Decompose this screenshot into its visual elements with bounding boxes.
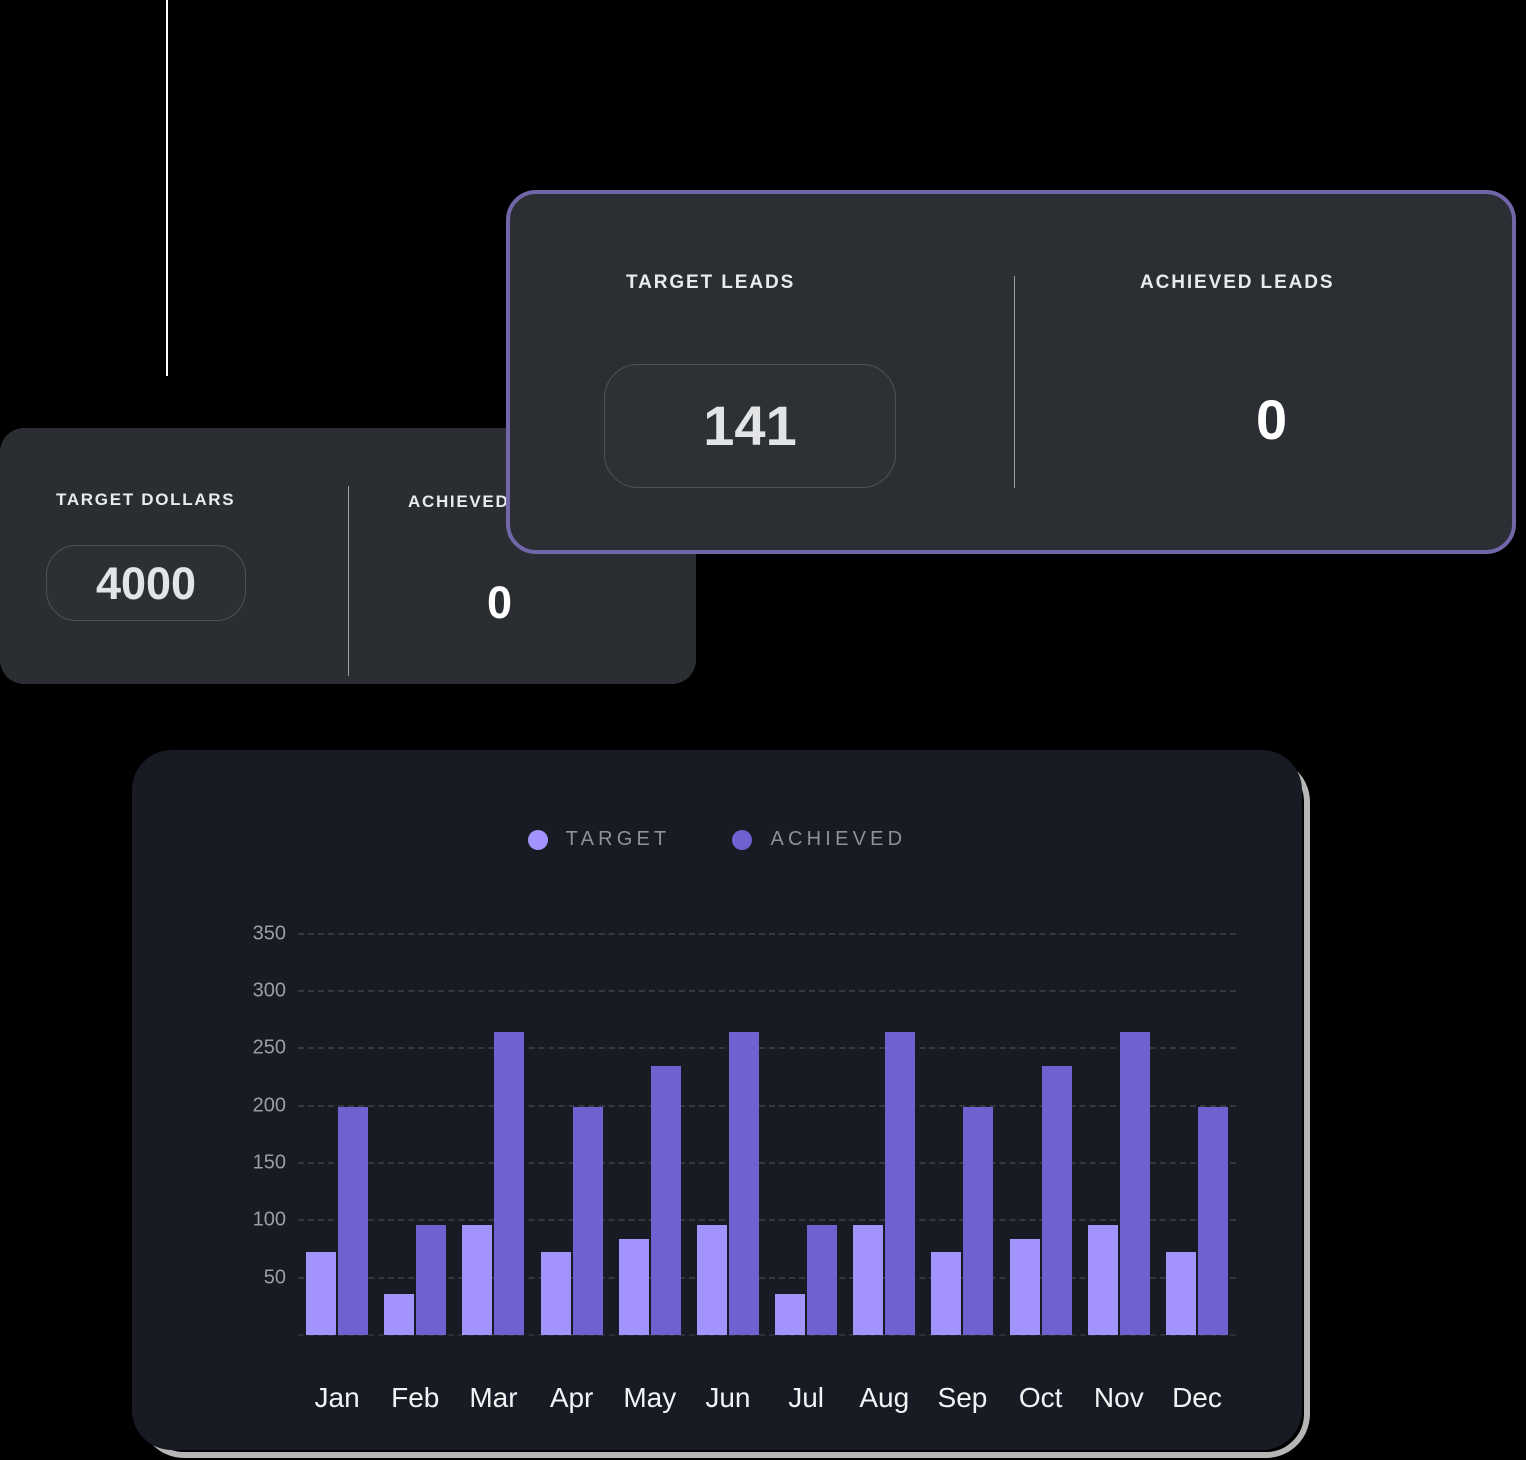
dollars-card-divider	[348, 486, 349, 676]
bar-group-jan	[298, 905, 376, 1335]
target-leads-value-box[interactable]: 141	[604, 364, 896, 488]
legend-item-achieved[interactable]: ACHIEVED	[732, 828, 906, 851]
bar-target-aug[interactable]	[853, 1224, 884, 1335]
bar-achieved-jan[interactable]	[338, 1106, 369, 1335]
bar-group-sep	[923, 905, 1001, 1335]
bar-target-apr[interactable]	[540, 1252, 571, 1335]
target-leads-label: TARGET LEADS	[626, 272, 796, 293]
bar-group-apr	[533, 905, 611, 1335]
bar-target-feb[interactable]	[384, 1293, 415, 1335]
vertical-connector-line	[166, 0, 168, 376]
x-axis-tick-label: Jun	[705, 1382, 751, 1413]
bar-achieved-jun[interactable]	[728, 1032, 759, 1335]
bar-group-feb	[376, 905, 454, 1335]
y-axis-tick-label: 250	[252, 1036, 286, 1059]
y-axis-tick-label: 100	[252, 1208, 286, 1231]
bar-target-sep[interactable]	[931, 1252, 962, 1335]
bar-group-nov	[1080, 905, 1158, 1335]
chart-legend: TARGET ACHIEVED	[132, 828, 1302, 851]
bar-achieved-aug[interactable]	[885, 1032, 916, 1335]
achieved-dollars-value: 0	[487, 577, 513, 628]
bar-achieved-mar[interactable]	[494, 1032, 525, 1335]
bar-achieved-feb[interactable]	[416, 1224, 447, 1335]
legend-label: ACHIEVED	[770, 828, 907, 850]
target-leads-card: TARGET LEADS 141 ACHIEVED LEADS 0	[506, 190, 1516, 554]
x-axis-tick-label: Sep	[937, 1382, 988, 1413]
y-axis-tick-label: 150	[252, 1151, 286, 1174]
x-axis-tick-label: Jul	[788, 1382, 825, 1413]
y-axis-tick-label: 350	[252, 922, 286, 945]
bar-group-jul	[767, 905, 845, 1335]
bar-target-jan[interactable]	[306, 1252, 337, 1335]
target-dollars-value-box[interactable]: 4000	[46, 545, 246, 621]
bar-group-mar	[454, 905, 532, 1335]
legend-item-target[interactable]: TARGET	[527, 828, 671, 851]
y-axis-tick-label: 200	[252, 1094, 286, 1117]
x-axis-tick-label: Apr	[549, 1382, 594, 1413]
bar-group-aug	[845, 905, 923, 1335]
target-dollars-value: 4000	[95, 557, 197, 609]
y-axis-tick-label: 50	[263, 1266, 286, 1289]
bar-target-may[interactable]	[618, 1238, 649, 1335]
target-dollars-label: TARGET DOLLARS	[56, 490, 236, 509]
achieved-dollars-label: ACHIEVED	[408, 492, 510, 511]
target-leads-value: 141	[703, 394, 797, 457]
achieved-leads-value: 0	[1256, 388, 1288, 451]
bar-achieved-jul[interactable]	[807, 1224, 838, 1335]
chart-bars	[298, 905, 1236, 1335]
achieved-leads-label: ACHIEVED LEADS	[1140, 272, 1335, 293]
bar-target-oct[interactable]	[1009, 1238, 1040, 1335]
x-axis-tick-label: Nov	[1093, 1382, 1144, 1413]
bar-target-mar[interactable]	[462, 1224, 493, 1335]
x-axis-tick-label: Oct	[1018, 1382, 1063, 1413]
bar-target-dec[interactable]	[1165, 1252, 1196, 1335]
bar-target-jun[interactable]	[696, 1224, 727, 1335]
chart-y-axis: 50 100 150 200 250 300 350	[236, 905, 292, 1335]
chart-plot-area: 50 100 150 200 250 300 350	[236, 905, 1236, 1336]
leads-card-divider	[1014, 276, 1015, 488]
bar-achieved-apr[interactable]	[572, 1106, 603, 1335]
bar-target-nov[interactable]	[1087, 1224, 1118, 1335]
x-axis-tick-label: Aug	[859, 1382, 910, 1413]
x-axis-tick-label: May	[623, 1382, 677, 1413]
legend-dot-icon	[527, 829, 548, 850]
bar-group-jun	[689, 905, 767, 1335]
bar-achieved-may[interactable]	[650, 1065, 681, 1335]
legend-label: TARGET	[565, 828, 671, 850]
target-vs-achieved-chart-card: TARGET ACHIEVED 50 100 150 200 250 300 350 Jan F…	[132, 750, 1302, 1450]
bar-achieved-nov[interactable]	[1119, 1032, 1150, 1335]
bar-group-dec	[1158, 905, 1236, 1335]
legend-dot-icon	[732, 829, 753, 850]
y-axis-tick-label: 300	[252, 979, 286, 1002]
bar-achieved-sep[interactable]	[963, 1106, 994, 1335]
bar-achieved-dec[interactable]	[1197, 1106, 1228, 1335]
x-axis-tick-label: Feb	[391, 1382, 440, 1413]
x-axis-tick-label: Dec	[1172, 1382, 1222, 1413]
bar-group-oct	[1002, 905, 1080, 1335]
bar-target-jul[interactable]	[775, 1293, 806, 1335]
chart-x-axis: Jan Feb Mar Apr May Jun Jul Aug Sep Oct Nov Dec	[298, 1382, 1236, 1414]
x-axis-tick-label: Mar	[469, 1382, 518, 1413]
bar-group-may	[611, 905, 689, 1335]
x-axis-tick-label: Jan	[314, 1382, 360, 1413]
bar-achieved-oct[interactable]	[1041, 1065, 1072, 1335]
